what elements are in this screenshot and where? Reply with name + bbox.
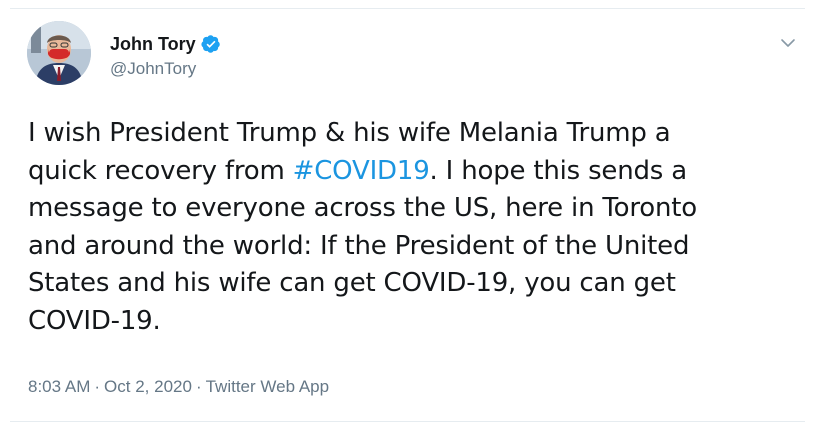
tweet-text-segment: . I hope this sends a: [429, 155, 688, 186]
author-block: John Tory @JohnTory: [110, 33, 221, 79]
display-name[interactable]: John Tory: [110, 33, 196, 55]
tweet-text-segment: I wish President Trump & his wife Melani…: [28, 118, 671, 148]
tweet-card: John Tory @JohnTory I wish President Tru…: [10, 8, 805, 422]
tweet-date[interactable]: Oct 2, 2020: [104, 377, 192, 396]
tweet-text-segment: quick recovery from: [28, 155, 293, 186]
tweet-text-line: quick recovery from #COVID19. I hope thi…: [28, 153, 788, 191]
tweet-text-line: I wish President Trump & his wife Melani…: [28, 115, 788, 153]
hashtag-link[interactable]: #COVID19: [293, 156, 430, 186]
tweet-text-segment: COVID-19.: [28, 305, 161, 336]
tweet-text: I wish President Trump & his wife Melani…: [28, 115, 788, 340]
tweet-text-segment: message to everyone across the US, here …: [28, 193, 697, 223]
meta-separator: ·: [94, 377, 101, 396]
profile-photo-icon: [27, 21, 91, 85]
tweet-text-line: and around the world: If the President o…: [28, 228, 788, 266]
chevron-down-icon[interactable]: [778, 33, 798, 53]
tweet-text-line: message to everyone across the US, here …: [28, 190, 788, 228]
tweet-source[interactable]: Twitter Web App: [206, 377, 329, 396]
tweet-time[interactable]: 8:03 AM: [28, 377, 90, 396]
tweet-text-line: States and his wife can get COVID-19, yo…: [28, 265, 788, 303]
tweet-text-line: COVID-19.: [28, 303, 788, 341]
name-row: John Tory: [110, 33, 221, 55]
handle[interactable]: @JohnTory: [110, 59, 221, 79]
meta-separator: ·: [195, 377, 202, 396]
verified-badge-icon: [201, 34, 221, 54]
tweet-text-segment: States and his wife can get COVID-19, yo…: [28, 268, 676, 298]
avatar[interactable]: [27, 21, 91, 85]
tweet-meta: 8:03 AM · Oct 2, 2020 · Twitter Web App: [28, 376, 329, 398]
tweet-text-segment: and around the world: If the President o…: [28, 230, 690, 261]
